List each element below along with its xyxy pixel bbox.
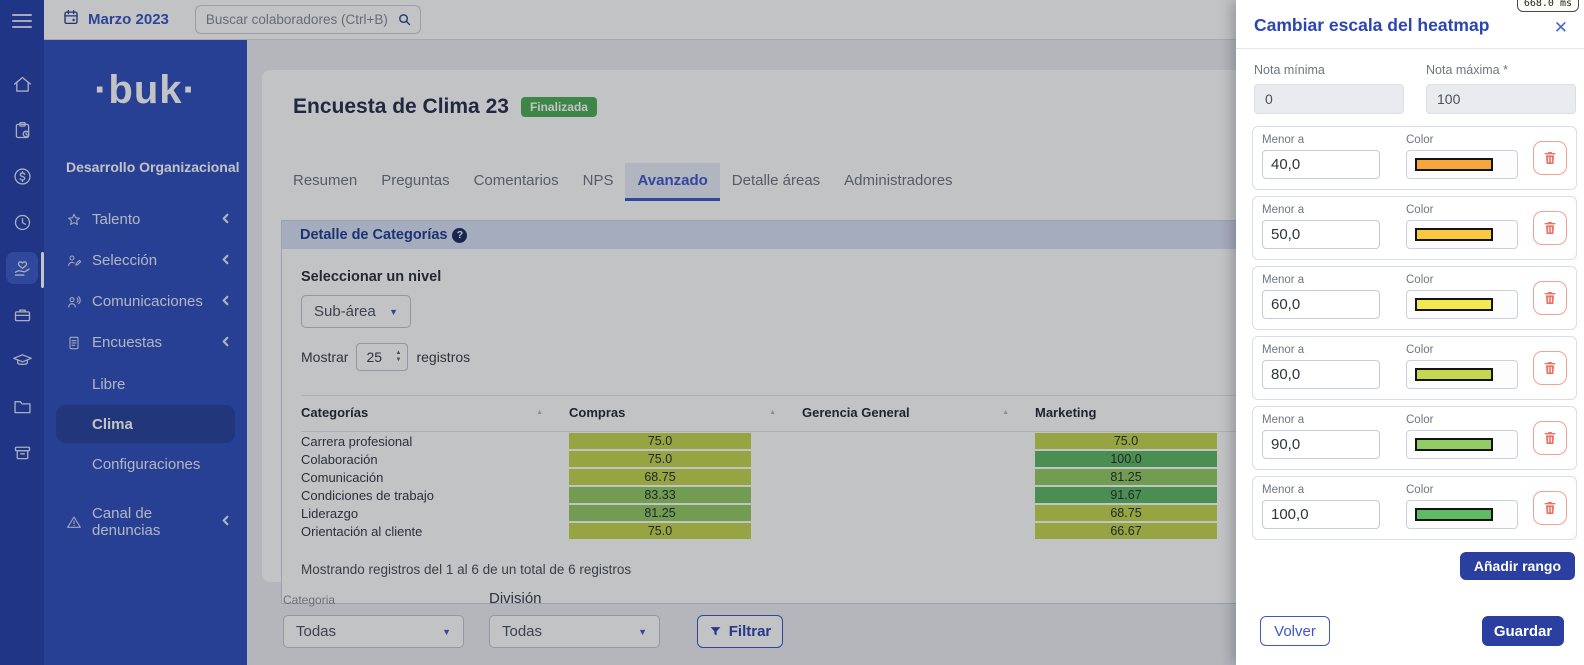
range-threshold-input[interactable] (1262, 430, 1380, 459)
range-row: Menor a Color (1252, 266, 1577, 330)
trash-icon (1542, 360, 1558, 376)
delete-range-button[interactable] (1533, 491, 1567, 525)
color-swatch (1415, 158, 1493, 171)
range-color-picker[interactable] (1406, 220, 1518, 249)
color-swatch (1415, 368, 1493, 381)
range-threshold-label: Menor a (1262, 414, 1380, 426)
range-row: Menor a Color (1252, 336, 1577, 400)
range-color-picker[interactable] (1406, 500, 1518, 529)
trash-icon (1542, 500, 1558, 516)
range-threshold-input[interactable] (1262, 290, 1380, 319)
close-icon[interactable]: ✕ (1554, 19, 1568, 36)
modal-backdrop[interactable] (0, 0, 1236, 665)
range-color-label: Color (1406, 274, 1518, 286)
delete-range-button[interactable] (1533, 211, 1567, 245)
trash-icon (1542, 220, 1558, 236)
range-threshold-input[interactable] (1262, 360, 1380, 389)
save-button[interactable]: Guardar (1482, 616, 1564, 646)
range-row: Menor a Color (1252, 476, 1577, 540)
range-threshold-input[interactable] (1262, 150, 1380, 179)
range-list: Menor a Color Menor a Color Menor a C (1252, 126, 1584, 540)
performance-badge: 668.0 ms (1517, 0, 1579, 12)
range-threshold-label: Menor a (1262, 274, 1380, 286)
range-color-label: Color (1406, 484, 1518, 496)
range-color-picker[interactable] (1406, 360, 1518, 389)
color-swatch (1415, 508, 1493, 521)
min-score-label: Nota mínima (1254, 63, 1404, 77)
add-range-button[interactable]: Añadir rango (1460, 552, 1575, 580)
range-color-picker[interactable] (1406, 430, 1518, 459)
range-threshold-input[interactable] (1262, 500, 1380, 529)
color-swatch (1415, 438, 1493, 451)
color-swatch (1415, 298, 1493, 311)
trash-icon (1542, 290, 1558, 306)
trash-icon (1542, 430, 1558, 446)
min-score-input (1254, 84, 1404, 114)
back-button[interactable]: Volver (1260, 616, 1330, 646)
range-color-label: Color (1406, 134, 1518, 146)
max-score-label: Nota máxima * (1426, 63, 1576, 77)
delete-range-button[interactable] (1533, 421, 1567, 455)
range-row: Menor a Color (1252, 196, 1577, 260)
range-row: Menor a Color (1252, 126, 1577, 190)
range-threshold-label: Menor a (1262, 344, 1380, 356)
range-color-picker[interactable] (1406, 290, 1518, 319)
delete-range-button[interactable] (1533, 141, 1567, 175)
range-color-picker[interactable] (1406, 150, 1518, 179)
range-color-label: Color (1406, 414, 1518, 426)
trash-icon (1542, 150, 1558, 166)
range-threshold-label: Menor a (1262, 484, 1380, 496)
heatmap-scale-panel: 668.0 ms Cambiar escala del heatmap ✕ No… (1236, 0, 1584, 665)
delete-range-button[interactable] (1533, 281, 1567, 315)
max-score-input (1426, 84, 1576, 114)
range-row: Menor a Color (1252, 406, 1577, 470)
delete-range-button[interactable] (1533, 351, 1567, 385)
range-threshold-input[interactable] (1262, 220, 1380, 249)
range-color-label: Color (1406, 344, 1518, 356)
range-color-label: Color (1406, 204, 1518, 216)
color-swatch (1415, 228, 1493, 241)
range-threshold-label: Menor a (1262, 204, 1380, 216)
range-threshold-label: Menor a (1262, 134, 1380, 146)
